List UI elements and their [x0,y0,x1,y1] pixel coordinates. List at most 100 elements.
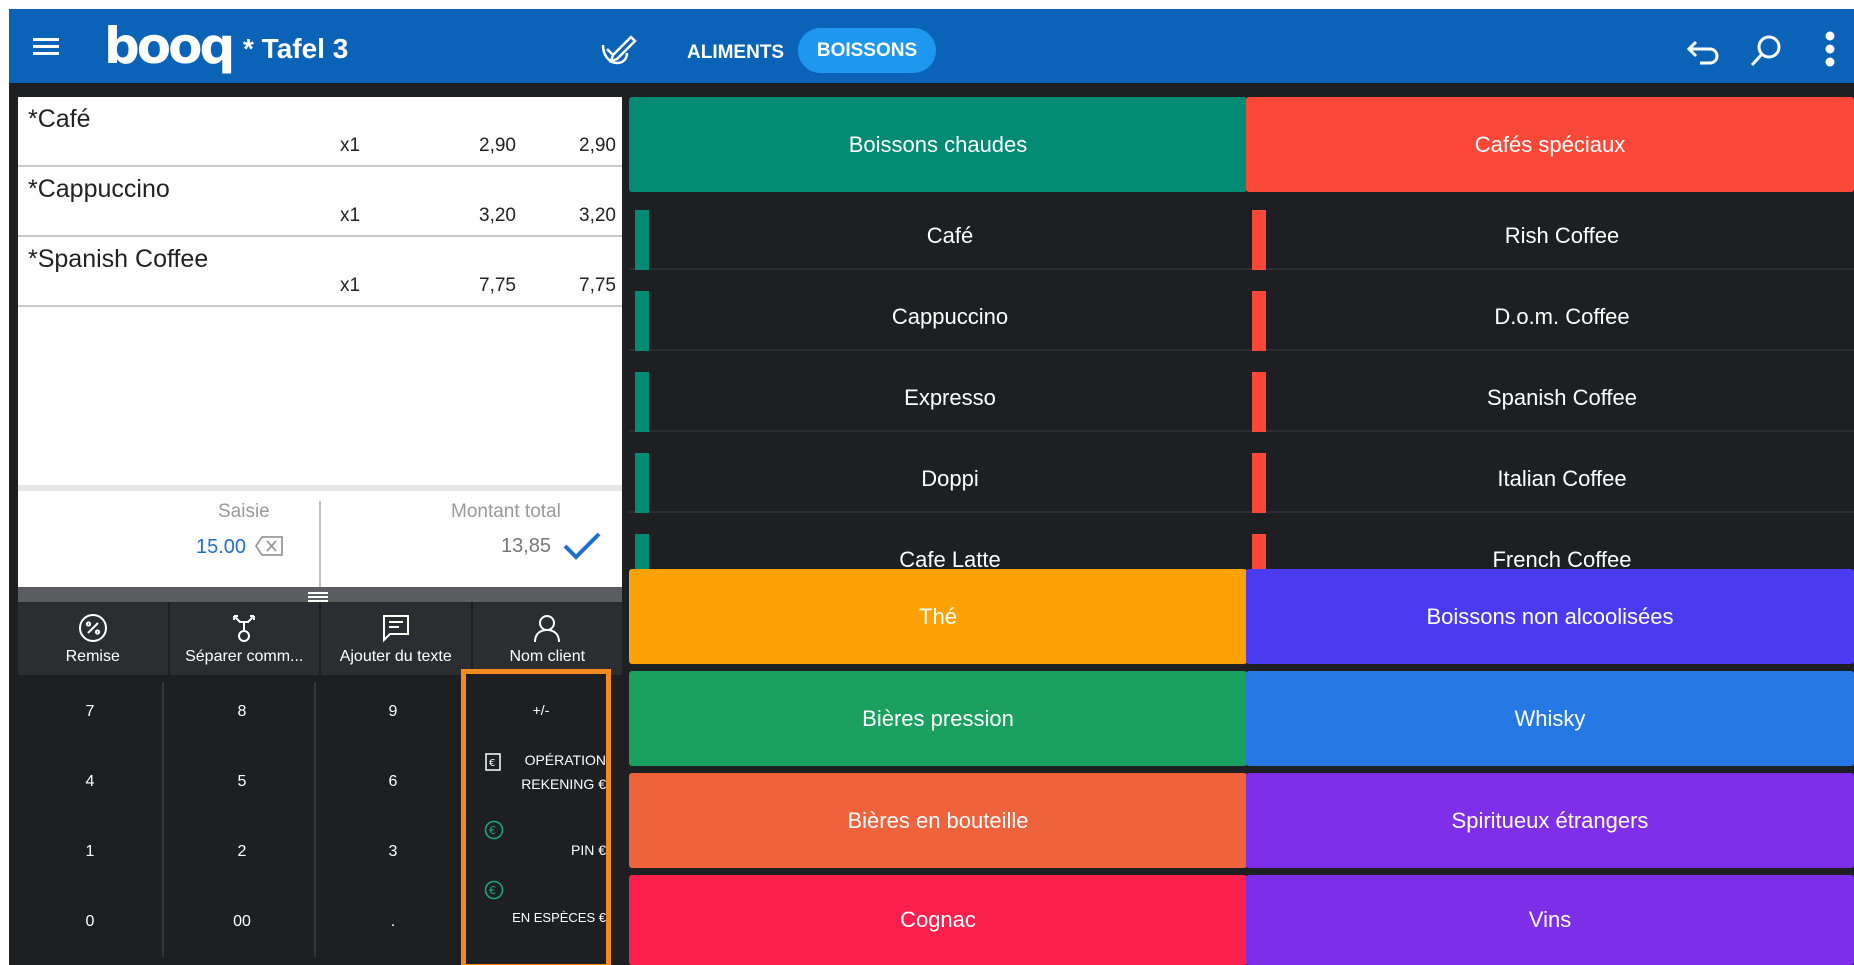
cash-button[interactable]: EN ESPÈCES € [476,910,606,925]
product-color-bar [1252,372,1266,432]
customer-name-button[interactable]: Nom client [473,602,623,675]
key-5[interactable]: 5 [170,752,314,812]
category-vins[interactable]: Vins [1246,875,1854,965]
product-label: Café [926,223,974,248]
product-cappuccino[interactable]: Cappuccino [629,285,1247,351]
category-boissons-non-alcoolisees[interactable]: Boissons non alcoolisées [1246,569,1854,664]
product-color-bar [635,453,649,513]
product-label: Spanish Coffee [1486,385,1638,410]
pos-app: booq * Tafel 3 ALIMENTS BOISSONS *Café x… [9,9,1854,965]
category-whisky[interactable]: Whisky [1246,671,1854,766]
keypad-divider [314,682,316,957]
category-the[interactable]: Thé [629,569,1247,664]
key-0[interactable]: 0 [18,892,162,952]
product-label: D.o.m. Coffee [1494,304,1630,329]
plus-minus-button[interactable]: +/- [476,702,606,718]
product-expresso[interactable]: Expresso [629,366,1247,432]
add-text-button[interactable]: Ajouter du texte [321,602,473,675]
order-item-qty: x1 [340,135,361,156]
keypad-divider [162,682,164,957]
category-cognac[interactable]: Cognac [629,875,1247,965]
order-item-price: 7,75 [479,275,516,296]
order-item-name: *Café [28,105,91,133]
key-00[interactable]: 00 [170,892,314,952]
customer-name-label: Nom client [509,648,586,665]
total-value: 13,85 [501,535,552,557]
table-title: * Tafel 3 [243,33,349,64]
order-line[interactable]: *Café x1 2,90 2,90 [18,97,622,167]
order-item-total: 3,20 [579,205,616,226]
euro-coin-icon: € [484,820,504,840]
panel-handle[interactable] [18,587,622,603]
key-7[interactable]: 7 [18,682,162,742]
product-doppi[interactable]: Doppi [629,447,1247,513]
key-decimal[interactable]: . [321,892,465,952]
product-label: Doppi [921,466,979,491]
split-icon [233,615,256,642]
key-6[interactable]: 6 [321,752,465,812]
menu-icon[interactable] [31,31,61,61]
saisie-value: 15.00 [196,536,247,558]
product-color-bar [1252,210,1266,270]
comment-icon [382,615,409,643]
tab-aliments[interactable]: ALIMENTS [669,33,802,73]
key-1[interactable]: 1 [18,822,162,882]
summary-divider [319,501,321,589]
category-bieres-en-bouteille[interactable]: Bières en bouteille [629,773,1247,868]
add-text-label: Ajouter du texte [339,648,452,665]
category-cafes-speciaux[interactable]: Cafés spéciaux [1246,97,1854,192]
discount-icon [78,614,107,642]
product-dom-coffee[interactable]: D.o.m. Coffee [1246,285,1854,351]
key-8[interactable]: 8 [170,682,314,742]
key-3[interactable]: 3 [321,822,465,882]
euro-coin-icon: € [484,880,504,900]
discount-label: Remise [65,648,120,665]
search-icon[interactable] [1744,31,1788,71]
edit-icon[interactable] [598,32,638,68]
discount-button[interactable]: Remise [18,602,170,675]
category-bieres-pression[interactable]: Bières pression [629,671,1247,766]
booq-logo: booq [104,17,235,75]
product-label: Italian Coffee [1497,466,1627,491]
operation-label-line2: REKENING € [521,776,606,792]
undo-icon[interactable] [1681,33,1725,71]
product-cafe[interactable]: Café [629,204,1247,270]
person-icon [534,615,561,643]
order-line[interactable]: *Spanish Coffee x1 7,75 7,75 [18,237,622,307]
product-rish-coffee[interactable]: Rish Coffee [1246,204,1854,270]
svg-text:€: € [489,824,496,837]
drag-handle-icon[interactable] [296,589,340,603]
product-color-bar [1252,453,1266,513]
key-9[interactable]: 9 [321,682,465,742]
operation-rekening-button[interactable]: OPÉRATION REKENING € [476,752,606,792]
svg-text:€: € [489,884,496,897]
key-4[interactable]: 4 [18,752,162,812]
category-spiritueux-etrangers[interactable]: Spiritueux étrangers [1246,773,1854,868]
product-color-bar [635,210,649,270]
backspace-icon[interactable] [254,535,284,557]
check-icon[interactable] [562,531,602,561]
order-summary: Saisie 15.00 Montant total 13,85 [18,485,622,589]
operation-label-line1: OPÉRATION [524,752,606,768]
split-order-button[interactable]: Séparer comm... [170,602,321,675]
split-label: Séparer comm... [185,648,304,665]
order-item-price: 3,20 [479,205,516,226]
tab-boissons[interactable]: BOISSONS [798,28,936,73]
product-italian-coffee[interactable]: Italian Coffee [1246,447,1854,513]
action-bar: Remise Séparer comm... Ajouter du texte … [18,602,622,675]
key-2[interactable]: 2 [170,822,314,882]
product-color-bar [635,291,649,351]
product-label: Cappuccino [891,304,1009,329]
more-vert-icon[interactable] [1817,27,1843,71]
order-item-name: *Cappuccino [28,175,170,203]
saisie-label: Saisie [218,501,270,522]
pin-button[interactable]: PIN € [476,842,606,858]
product-spanish-coffee[interactable]: Spanish Coffee [1246,366,1854,432]
order-line[interactable]: *Cappuccino x1 3,20 3,20 [18,167,622,237]
order-item-qty: x1 [340,275,361,296]
product-color-bar [635,372,649,432]
category-boissons-chaudes[interactable]: Boissons chaudes [629,97,1247,192]
total-label: Montant total [451,501,561,522]
payment-panel: +/- € OPÉRATION REKENING € € PIN € € EN … [461,669,611,965]
order-item-price: 2,90 [479,135,516,156]
